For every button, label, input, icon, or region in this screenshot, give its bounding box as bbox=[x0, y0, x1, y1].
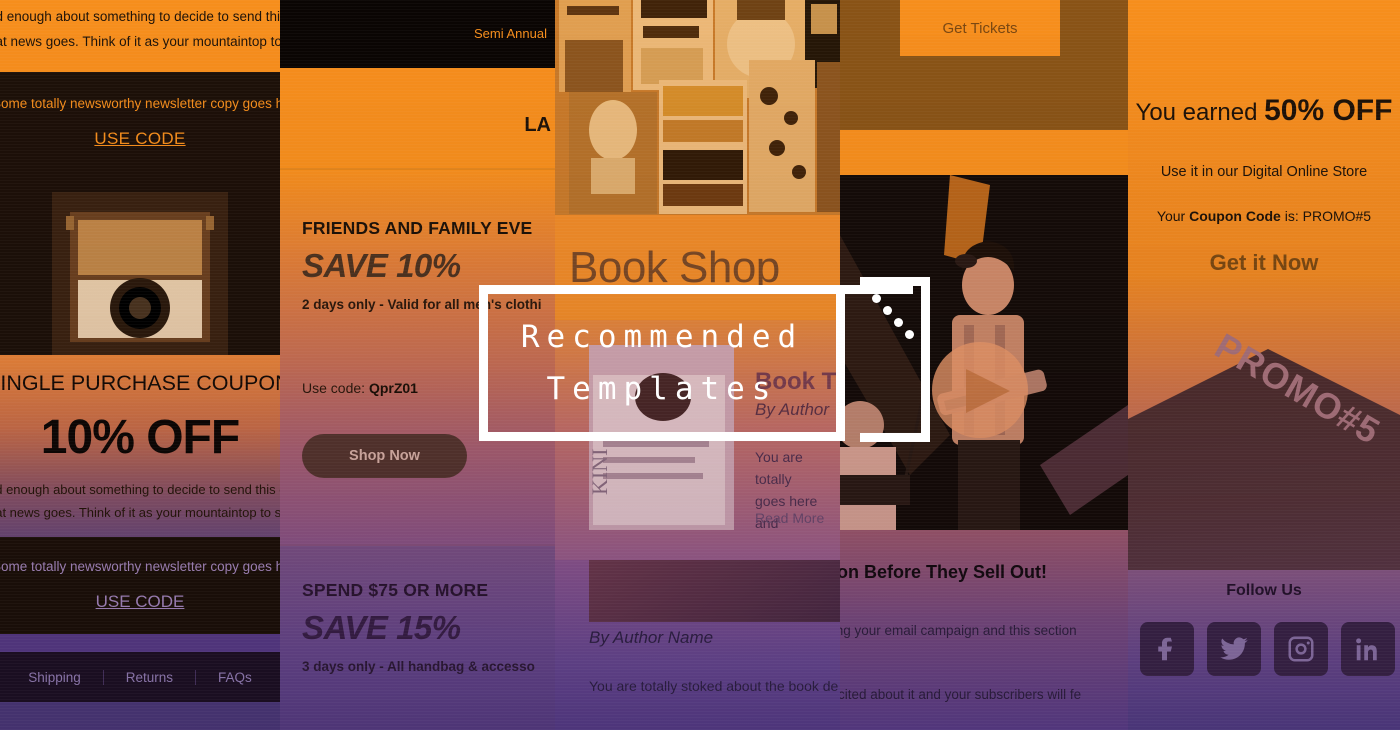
panel5-coupon-bold: Coupon Code bbox=[1189, 208, 1281, 224]
panel5-earned-prefix: You earned bbox=[1135, 99, 1265, 126]
panel3-book-item-2: Book Title Name By Author Name You are t… bbox=[555, 560, 840, 730]
panel5-earned-line: You earned 50% OFF bbox=[1128, 94, 1400, 128]
panel1-footer-link-faqs[interactable]: FAQs bbox=[196, 670, 274, 685]
panel3-book-author: By Author bbox=[755, 400, 830, 419]
panel2-use-code-value: QprZ01 bbox=[368, 380, 418, 396]
panel3-title-bar: Book Shop bbox=[555, 215, 840, 320]
panel5-use-line: Use it in our Digital Online Store bbox=[1160, 164, 1368, 180]
panel5-follow-block: Follow Us bbox=[1128, 570, 1400, 730]
panel3-book-title: Book Ti bbox=[755, 368, 840, 395]
panel5-coupon-suffix: is: PROMO#5 bbox=[1280, 208, 1372, 224]
panel1-newsletter-block: Some totally newsworthy newsletter copy … bbox=[0, 72, 280, 192]
panel2-code-block: Use code: QprZ01 Shop Now bbox=[280, 370, 555, 546]
panel2-shop-now-button[interactable]: Shop Now bbox=[302, 434, 467, 478]
panel1-coupon-copy-1: ed enough about something to decide to s… bbox=[0, 482, 280, 497]
panel1-use-code-link-2[interactable]: USE CODE bbox=[0, 592, 280, 612]
panel5-coupon-line: Your Coupon Code is: PROMO#5 bbox=[1128, 208, 1400, 224]
panel3-book-desc-1: You are totally bbox=[755, 449, 803, 487]
panel3-book-thumbnail-2 bbox=[589, 560, 840, 622]
panel5-promo-block: You earned 50% OFF Use it in our Digital… bbox=[1128, 68, 1400, 275]
panel4-orange-band bbox=[840, 130, 1128, 175]
panel2-use-code: Use code: QprZ01 bbox=[302, 380, 555, 396]
panel2-hero-heading: LA bbox=[524, 114, 551, 136]
panel5-follow-label: Follow Us bbox=[1226, 582, 1302, 599]
panel5-top-bar bbox=[1128, 0, 1400, 68]
panel2-header-text: Semi Annual bbox=[474, 26, 547, 41]
panel4-get-tickets-button[interactable]: Get Tickets bbox=[900, 0, 1060, 56]
panel3-book-thumbnail: KINI bbox=[589, 345, 734, 530]
panel4-body-2: re excited about it and your subscribers… bbox=[840, 687, 1082, 702]
panel1-bottom-band bbox=[0, 702, 280, 730]
panel2-sale1-valid: 2 days only - Valid for all men's clothi bbox=[302, 297, 542, 312]
panel1-footer-link-shipping[interactable]: Shipping bbox=[6, 669, 104, 685]
panel1-coupon-block: SINGLE PURCHASE COUPON 10% OFF ed enough… bbox=[0, 355, 280, 537]
panel1-newsletter-text-2: Some totally newsworthy newsletter copy … bbox=[0, 559, 280, 574]
panel1-coupon-copy-2: hat news goes. Think of it as your mount… bbox=[0, 505, 280, 520]
template-card-sale[interactable]: Semi Annual LA FRIENDS AND FAMILY EVE SA… bbox=[280, 0, 555, 730]
template-card-promo-code[interactable]: You earned 50% OFF Use it in our Digital… bbox=[1128, 0, 1400, 730]
panel2-use-code-label: Use code: bbox=[302, 380, 369, 396]
panel1-use-code-link[interactable]: USE CODE bbox=[0, 129, 280, 149]
panel2-sale2-valid: 3 days only - All handbag & accesso bbox=[302, 659, 535, 674]
panel2-hero: LA bbox=[280, 68, 555, 168]
panel3-book-author-2: By Author Name bbox=[589, 628, 714, 647]
template-card-book-shop[interactable]: Book Shop KINI Book Ti By Author You are… bbox=[555, 0, 840, 730]
instagram-icon[interactable] bbox=[1273, 622, 1328, 676]
template-card-newsletter-coupon[interactable]: ed enough about something to decide to s… bbox=[0, 0, 280, 730]
panel1-coupon-amount: 10% OFF bbox=[40, 411, 240, 464]
panel4-body-1: signing your email campaign and this sec… bbox=[840, 623, 1077, 638]
panel1-spacer bbox=[0, 634, 280, 652]
panel4-copy-block: oon Before They Sell Out! signing your e… bbox=[840, 530, 1128, 730]
panel3-book-desc-3: You are totally stoked about the book de bbox=[589, 678, 839, 694]
panel1-copy-line2: hat news goes. Think of it as your mount… bbox=[0, 34, 280, 49]
panel1-copy-line1: ed enough about something to decide to s… bbox=[0, 9, 280, 24]
twitter-icon[interactable] bbox=[1206, 622, 1261, 676]
panel2-sale1-save: SAVE 10% bbox=[302, 247, 461, 284]
panel3-title: Book Shop bbox=[569, 243, 780, 292]
panel5-coupon-prefix: Your bbox=[1156, 208, 1190, 224]
panel5-social-icons bbox=[1128, 622, 1400, 676]
panel1-newsletter-text: Some totally newsworthy newsletter copy … bbox=[0, 96, 280, 111]
panel2-header: Semi Annual bbox=[280, 0, 555, 68]
panel2-sale-block-2: SPEND $75 OR MORE SAVE 15% 3 days only -… bbox=[280, 546, 555, 730]
panel2-sale-block-1: FRIENDS AND FAMILY EVE SAVE 10% 2 days o… bbox=[280, 170, 555, 370]
panel2-sale1-kicker: FRIENDS AND FAMILY EVE bbox=[302, 218, 533, 238]
panel4-concert-photo bbox=[840, 175, 1128, 530]
panel3-book-item-1: KINI Book Ti By Author You are totally g… bbox=[555, 320, 840, 560]
panel2-sale2-save: SAVE 15% bbox=[302, 609, 461, 646]
panel2-sale2-kicker: SPEND $75 OR MORE bbox=[302, 580, 489, 600]
panel4-headline: oon Before They Sell Out! bbox=[840, 562, 1048, 582]
svg-text:KINI: KINI bbox=[589, 449, 612, 495]
panel4-header: Get Tickets bbox=[840, 0, 1128, 130]
panel1-coupon-heading: SINGLE PURCHASE COUPON bbox=[0, 371, 280, 395]
facebook-icon[interactable] bbox=[1139, 622, 1194, 676]
panel3-book-collage-photo bbox=[555, 0, 840, 215]
panel1-top-copy: ed enough about something to decide to s… bbox=[0, 0, 280, 72]
panel1-footer-links: Shipping Returns FAQs bbox=[0, 652, 280, 702]
panel5-promo-graphic: PROMO#5 bbox=[1128, 273, 1400, 570]
panel3-read-more-link[interactable]: Read More bbox=[755, 510, 824, 526]
template-gallery-background: ed enough about something to decide to s… bbox=[0, 0, 1400, 730]
panel1-camera-photo bbox=[0, 192, 280, 355]
panel5-earned-amount: 50% OFF bbox=[1264, 94, 1393, 127]
panel1-footer-link-returns[interactable]: Returns bbox=[104, 669, 197, 685]
template-card-event-tickets[interactable]: Get Tickets oon Before They Sell Out! g … bbox=[840, 0, 1128, 730]
panel1-newsletter-block-2: Some totally newsworthy newsletter copy … bbox=[0, 537, 280, 634]
linkedin-icon[interactable] bbox=[1340, 622, 1395, 676]
